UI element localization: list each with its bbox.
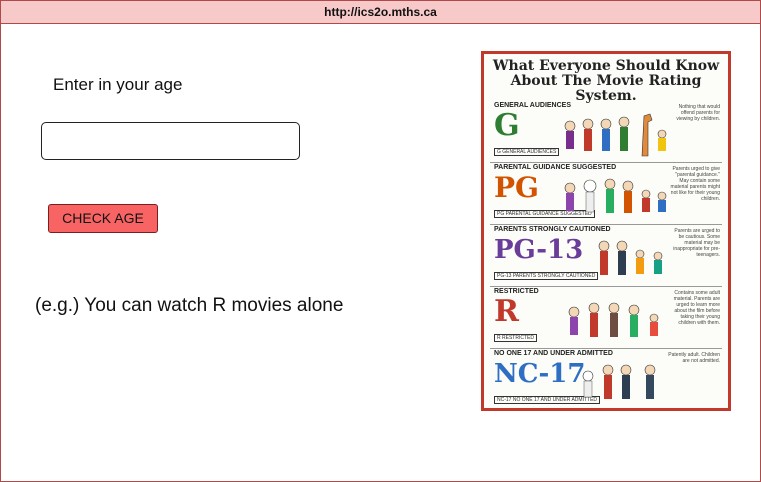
url-bar: http://ics2o.mths.ca: [1, 1, 760, 24]
rating-letter: R: [494, 294, 519, 329]
rating-heading: NO ONE 17 AND UNDER ADMITTED: [494, 350, 613, 357]
rating-badge: R RESTRICTED: [494, 334, 537, 342]
rating-heading: PARENTS STRONGLY CAUTIONED: [494, 226, 611, 233]
age-prompt-label: Enter in your age: [53, 75, 183, 94]
cartoon-figures-illustration: [564, 178, 667, 213]
rating-band-r: RESTRICTED R R RESTRICTED Contains some …: [490, 288, 722, 349]
rating-note: Parents urged to give "parental guidance…: [670, 166, 720, 202]
rating-letter: G: [494, 108, 520, 143]
poster-title-line2: About The Movie Rating System.: [510, 73, 702, 104]
rating-band-nc17: NO ONE 17 AND UNDER ADMITTED NC-17 NC-17…: [490, 350, 722, 408]
movie-rating-poster: What Everyone Should Know About The Movi…: [481, 51, 731, 411]
cartoon-figures-illustration: [582, 364, 656, 399]
rating-note: Nothing that would offend parents for vi…: [676, 104, 720, 122]
rating-letter: PG: [494, 171, 539, 204]
cartoon-figures-illustration: [598, 240, 663, 275]
rating-heading: PARENTAL GUIDANCE SUGGESTED: [494, 164, 617, 171]
rating-band-pg13: PARENTS STRONGLY CAUTIONED PG-13 PG-13 P…: [490, 226, 722, 287]
rating-badge: G GENERAL AUDIENCES: [494, 148, 560, 156]
age-input[interactable]: [41, 122, 300, 160]
poster-title-line1: What Everyone Should Know: [492, 58, 720, 74]
result-text: (e.g.) You can watch R movies alone: [35, 295, 344, 316]
cartoon-figures-illustration: [564, 113, 667, 157]
rating-band-g: GENERAL AUDIENCES G G GENERAL AUDIENCES …: [490, 102, 722, 163]
rating-note: Patently adult. Children are not admitte…: [668, 352, 720, 364]
rating-note: Parents are urged to be cautious. Some m…: [673, 228, 720, 258]
poster-title: What Everyone Should Know About The Movi…: [484, 59, 728, 104]
page-frame: http://ics2o.mths.ca Enter in your age C…: [0, 0, 761, 482]
rating-band-pg: PARENTAL GUIDANCE SUGGESTED PG PG PARENT…: [490, 164, 722, 225]
rating-note: Contains some adult material. Parents ar…: [673, 290, 720, 326]
check-age-button[interactable]: CHECK AGE: [48, 204, 158, 233]
cartoon-figures-illustration: [568, 302, 659, 337]
